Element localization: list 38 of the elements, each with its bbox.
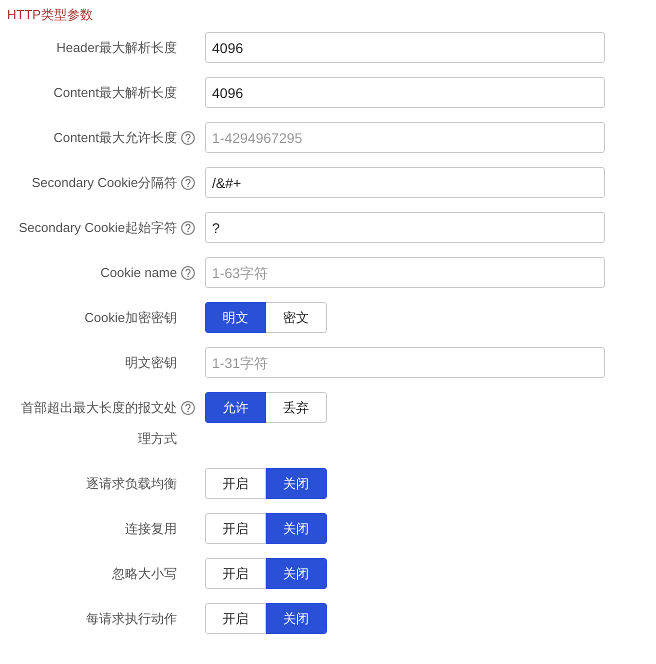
field-label: Header最大解析长度: [56, 39, 177, 57]
toggle-option[interactable]: 允许: [205, 392, 266, 423]
toggle-option[interactable]: 开启: [205, 513, 266, 544]
field-label: Secondary Cookie起始字符: [18, 219, 177, 237]
field-label: 明文密钥: [125, 354, 177, 372]
help-icon[interactable]: [181, 220, 195, 234]
field-label: 逐请求负载均衡: [86, 475, 177, 493]
field-label: 忽略大小写: [112, 565, 177, 583]
toggle-option[interactable]: 密文: [266, 302, 327, 333]
field-label: Secondary Cookie分隔符: [32, 174, 177, 192]
input-field[interactable]: 1-63字符: [205, 257, 605, 288]
input-field[interactable]: /&#+: [205, 167, 605, 198]
toggle-option[interactable]: 关闭: [266, 603, 327, 634]
input-field[interactable]: ?: [205, 212, 605, 243]
help-icon[interactable]: [181, 130, 195, 144]
help-icon[interactable]: [181, 400, 195, 414]
input-field[interactable]: 1-31字符: [205, 347, 605, 378]
field-label: Cookie加密密钥: [84, 309, 177, 327]
help-icon[interactable]: [181, 176, 195, 190]
toggle-option[interactable]: 关闭: [266, 513, 327, 544]
field-label: Content最大解析长度: [53, 84, 177, 102]
field-label: 首部超出最大长度的报文处理方式: [20, 399, 177, 448]
toggle-option[interactable]: 开启: [205, 603, 266, 634]
toggle-option[interactable]: 关闭: [266, 558, 327, 589]
input-field[interactable]: 4096: [205, 77, 605, 108]
field-label: 连接复用: [125, 520, 177, 538]
toggle-option[interactable]: 开启: [205, 558, 266, 589]
field-label: Cookie name: [100, 264, 177, 282]
toggle-option[interactable]: 开启: [205, 468, 266, 499]
input-field[interactable]: 1-4294967295: [205, 122, 605, 153]
toggle-option[interactable]: 明文: [205, 302, 266, 333]
field-label: 每请求执行动作: [86, 610, 177, 628]
toggle-option[interactable]: 丢弃: [266, 392, 327, 423]
toggle-option[interactable]: 关闭: [266, 468, 327, 499]
input-field[interactable]: 4096: [205, 32, 605, 63]
help-icon[interactable]: [181, 266, 195, 280]
field-label: Content最大允许长度: [53, 129, 177, 147]
section-title: HTTP类型参数: [7, 6, 94, 24]
